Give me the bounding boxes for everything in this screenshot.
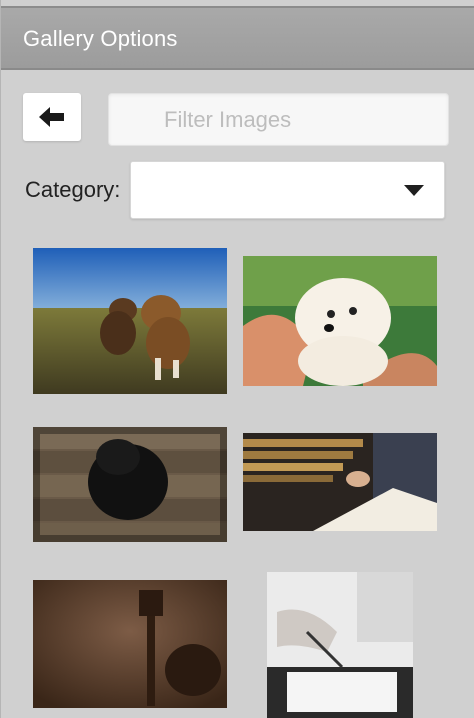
arrow-left-icon (39, 107, 64, 127)
gallery-image-gavel[interactable] (33, 580, 227, 708)
category-select[interactable] (130, 161, 445, 219)
gallery-image-white-puppy[interactable] (243, 256, 437, 386)
panel-title: Gallery Options (23, 26, 178, 51)
gallery-image-signing[interactable] (267, 572, 413, 718)
gallery-options-panel: Gallery Options Category: (0, 0, 474, 718)
category-label: Category: (25, 177, 121, 202)
panel-header: Gallery Options (1, 6, 474, 70)
back-button[interactable] (23, 93, 81, 141)
gallery-image-black-puppy[interactable] (33, 427, 227, 542)
caret-down-icon (404, 185, 424, 196)
gallery-image-writing-books[interactable] (243, 433, 437, 531)
filter-images-input[interactable] (108, 93, 449, 146)
gallery-image-dogs-running[interactable] (33, 248, 227, 394)
